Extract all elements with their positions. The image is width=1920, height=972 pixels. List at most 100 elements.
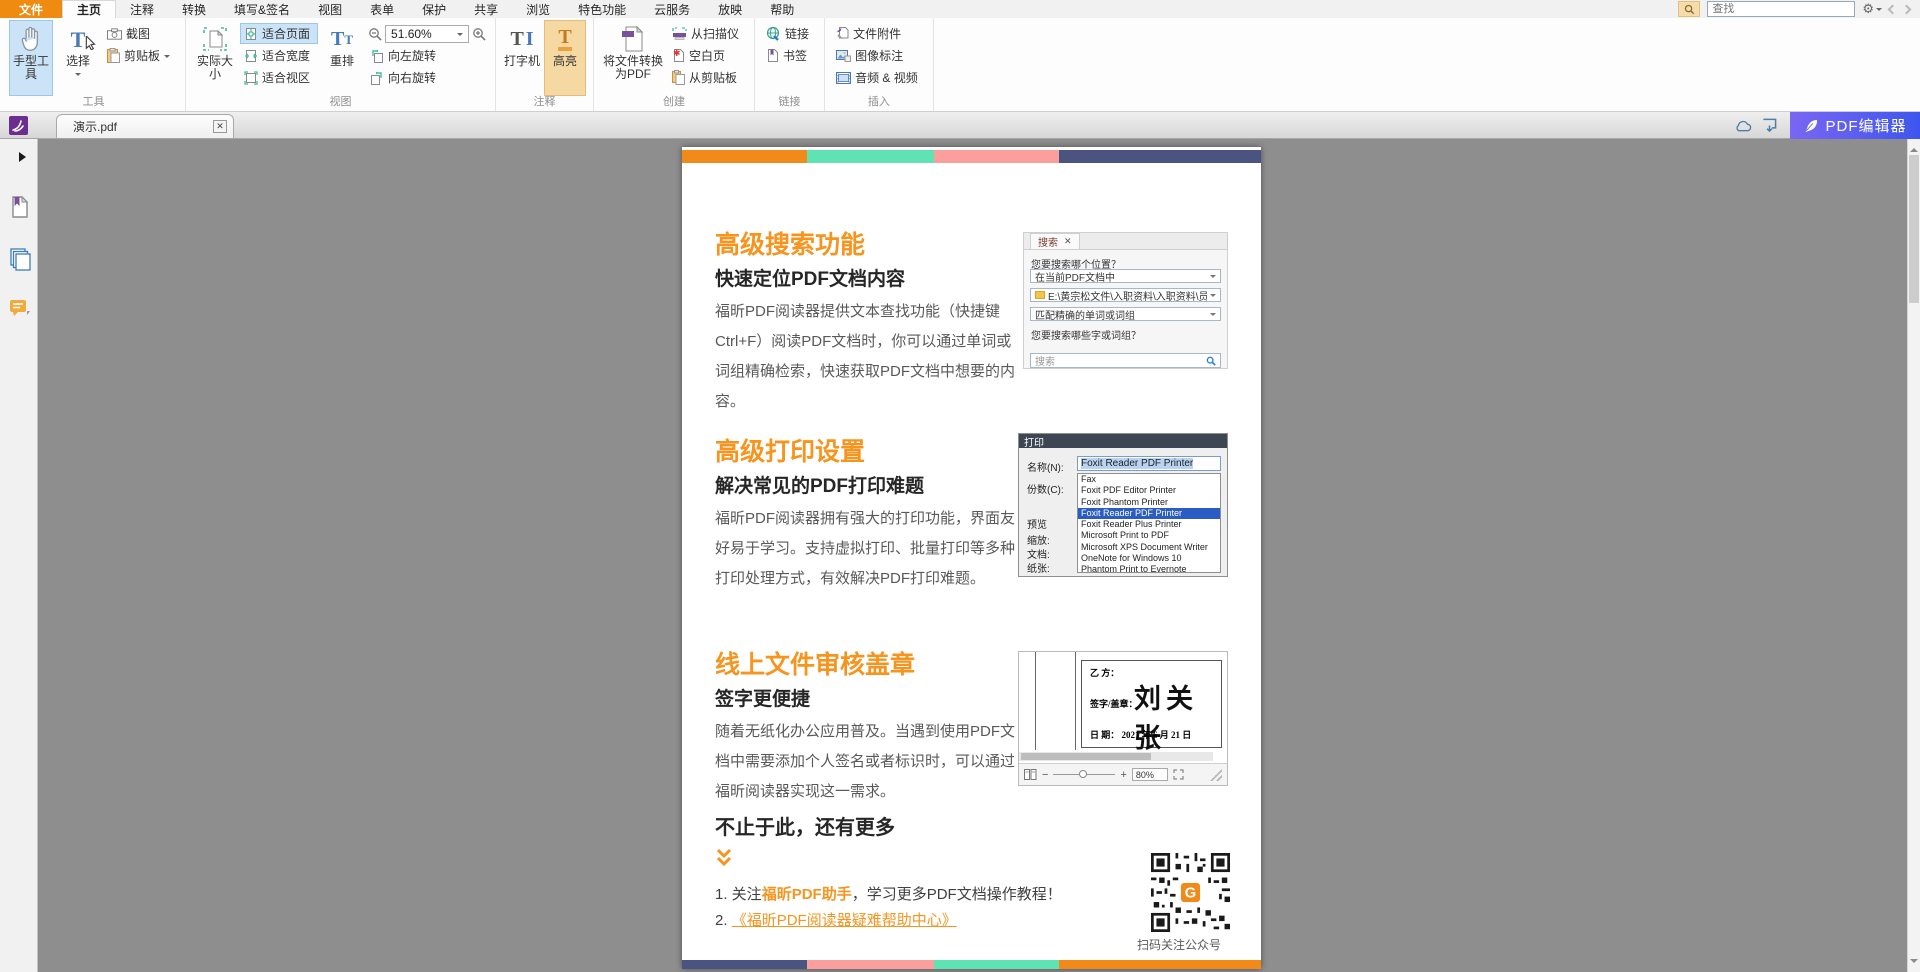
status-bar-illustration: − + 80%: [1019, 763, 1227, 785]
fullscreen-icon: [1173, 769, 1184, 780]
chevron-down-icon: [75, 73, 81, 79]
printer-item: Foxit Reader Plus Printer: [1078, 519, 1220, 530]
ribbon: 手型工具 T 选择 截图 剪贴板: [0, 18, 1920, 112]
menu-tab-convert[interactable]: 转换: [168, 0, 220, 18]
menu-tab-home[interactable]: 主页: [62, 0, 116, 18]
fit-page-label: 适合页面: [262, 25, 310, 42]
document-viewport[interactable]: 高级搜索功能 快速定位PDF文档内容 福昕PDF阅读器提供文本查找功能（快捷键C…: [38, 139, 1907, 972]
rotate-left-button[interactable]: 向左旋转: [366, 45, 488, 66]
search-input-placeholder: 搜索: [1035, 353, 1055, 368]
from-scanner-button[interactable]: 从扫描仪: [668, 23, 747, 44]
clipboard-button[interactable]: 剪贴板: [103, 45, 178, 66]
menu-tab-features[interactable]: 特色功能: [564, 0, 640, 18]
fit-visible-button[interactable]: 适合视区: [240, 67, 318, 88]
scroll-up-icon[interactable]: [1910, 144, 1918, 152]
menu-tab-comment[interactable]: 注释: [116, 0, 168, 18]
find-previous-icon[interactable]: [1888, 4, 1898, 14]
save-share-icon[interactable]: [1756, 116, 1782, 136]
cloud-icon[interactable]: [1730, 116, 1756, 136]
search-path-value: E:\黄宗松文件\入职资料\入职资料\员工: [1048, 288, 1207, 302]
blank-page-button[interactable]: ✱ 空白页: [668, 45, 747, 66]
find-input[interactable]: [1708, 3, 1858, 15]
pdf-editor-button[interactable]: PDF编辑器: [1790, 112, 1920, 139]
menu-tab-cloud[interactable]: 云服务: [640, 0, 704, 18]
printer-name-label: 名称(N):: [1027, 459, 1064, 474]
from-clipboard-button[interactable]: 从剪贴板: [668, 67, 747, 88]
section2-title: 高级打印设置: [715, 432, 865, 468]
menu-tab-form[interactable]: 表单: [356, 0, 408, 18]
highlight-icon: T: [558, 24, 571, 54]
section1-body: 福昕PDF阅读器提供文本查找功能（快捷键Ctrl+F）阅读PDF文档时，你可以通…: [715, 297, 1023, 417]
zoom-in-icon[interactable]: [472, 27, 486, 41]
comments-panel-icon[interactable]: [9, 297, 33, 326]
menu-tab-slideshow[interactable]: 放映: [704, 0, 756, 18]
menu-bar: 文件 主页 注释 转换 填写&签名 视图 表单 保护 共享 浏览 特色功能 云服…: [0, 0, 1920, 18]
from-scanner-label: 从扫描仪: [691, 25, 739, 42]
fit-width-button[interactable]: 适合宽度: [240, 45, 318, 66]
actual-size-button[interactable]: 实际大小: [193, 20, 237, 96]
blank-page-label: 空白页: [689, 47, 725, 64]
section2-body: 福昕PDF阅读器拥有强大的打印功能，界面友好易于学习。支持虚拟打印、批量打印等多…: [715, 504, 1023, 594]
expand-panel-icon[interactable]: [19, 152, 31, 162]
actual-size-icon: [202, 24, 228, 54]
fit-page-button[interactable]: 适合页面: [240, 23, 318, 44]
typewriter-button[interactable]: TI 打字机: [503, 20, 541, 96]
document-label: 文档:: [1027, 546, 1050, 561]
menu-tab-file[interactable]: 文件: [0, 0, 62, 18]
vertical-scrollbar[interactable]: [1907, 139, 1920, 972]
find-highlight-button[interactable]: [1678, 1, 1700, 17]
printer-list: Fax Foxit PDF Editor Printer Foxit Phant…: [1077, 473, 1221, 573]
highlight-button[interactable]: T 高亮: [544, 20, 586, 96]
scrollbar-thumb[interactable]: [1909, 155, 1919, 303]
menu-tab-view[interactable]: 视图: [304, 0, 356, 18]
chevron-down-icon: [1210, 275, 1216, 281]
party-label: 乙 方：: [1090, 666, 1119, 679]
reflow-button[interactable]: TT 重排: [321, 20, 363, 96]
camera-icon: [107, 28, 122, 40]
bookmark-button[interactable]: 书签: [762, 45, 817, 66]
facing-pages-icon: [1024, 769, 1037, 780]
find-next-icon[interactable]: [1902, 4, 1912, 14]
menu-tab-fill-sign[interactable]: 填写&签名: [220, 0, 304, 18]
section2-subtitle: 解决常见的PDF打印难题: [715, 471, 924, 498]
help-center-link[interactable]: 《福昕PDF阅读器疑难帮助中心》: [732, 912, 957, 929]
search-panel-illustration: 搜索✕ 您要搜索哪个位置？ 在当前PDF文档中 E:\黄宗松文件\入职资料\入职…: [1023, 232, 1228, 369]
menu-tab-share[interactable]: 共享: [460, 0, 512, 18]
rotate-right-button[interactable]: 向右旋转: [366, 67, 488, 88]
fit-width-icon: [244, 49, 258, 63]
select-tool-button[interactable]: T 选择: [56, 20, 100, 96]
audio-video-button[interactable]: 音频 & 视频: [832, 67, 926, 88]
snapshot-button[interactable]: 截图: [103, 23, 178, 44]
scroll-down-icon[interactable]: [1910, 959, 1918, 967]
ribbon-group-comment: TI 打字机 T 高亮 注释: [496, 18, 594, 111]
pages-panel-icon[interactable]: [9, 247, 31, 276]
image-annotation-button[interactable]: 图像标注: [832, 45, 926, 66]
convert-to-pdf-button[interactable]: 将文件转换为PDF: [601, 20, 665, 96]
link-button[interactable]: 链接: [762, 23, 817, 44]
zoom-out-icon[interactable]: [368, 27, 382, 41]
menu-tab-help[interactable]: 帮助: [756, 0, 808, 18]
menu-tab-browse[interactable]: 浏览: [512, 0, 564, 18]
hand-tool-button[interactable]: 手型工具: [9, 20, 53, 96]
pdf-editor-label: PDF编辑器: [1825, 115, 1906, 136]
find-settings-button[interactable]: ⚙: [1862, 2, 1882, 17]
close-tab-icon[interactable]: ✕: [213, 120, 227, 133]
document-tab[interactable]: 演示.pdf ✕: [56, 114, 234, 138]
search-panel-tab-label: 搜索: [1038, 234, 1058, 249]
fit-width-label: 适合宽度: [262, 47, 310, 64]
typewriter-label: 打字机: [504, 55, 540, 68]
clipboard-label: 剪贴板: [124, 47, 160, 64]
foxit-logo: [9, 116, 28, 140]
ribbon-group-insert: 文件附件 图像标注 音频 & 视频 插入: [825, 18, 934, 111]
double-chevron-down-icon: [715, 847, 733, 874]
reflow-icon: TT: [331, 24, 353, 54]
from-clipboard-icon: [672, 70, 685, 85]
file-attachment-button[interactable]: 文件附件: [832, 23, 926, 44]
menu-tab-protect[interactable]: 保护: [408, 0, 460, 18]
zoom-level-combobox[interactable]: 51.60%: [385, 25, 469, 43]
scanner-icon: [672, 27, 687, 40]
film-icon: [836, 72, 851, 84]
workspace: 高级搜索功能 快速定位PDF文档内容 福昕PDF阅读器提供文本查找功能（快捷键C…: [0, 139, 1920, 972]
bookmarks-panel-icon[interactable]: [9, 195, 29, 224]
rotate-left-icon: [370, 49, 384, 63]
